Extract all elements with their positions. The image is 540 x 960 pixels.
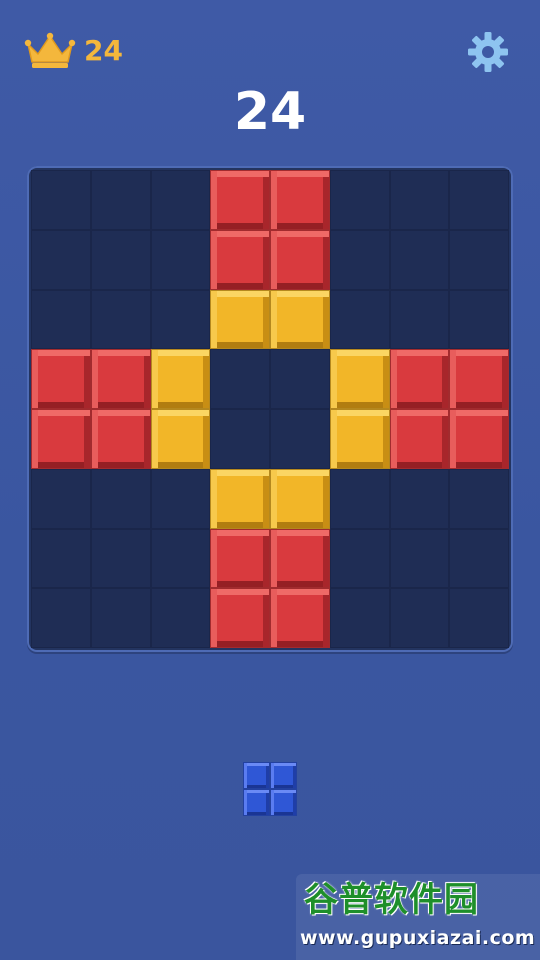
board-block-red[interactable] bbox=[31, 409, 91, 469]
board-block-red[interactable] bbox=[210, 229, 270, 290]
board-block-red[interactable] bbox=[270, 229, 330, 290]
board-cell-empty[interactable] bbox=[449, 229, 509, 290]
board-cell-empty[interactable] bbox=[389, 289, 450, 350]
top-bar: 24 bbox=[0, 0, 540, 80]
board-cell-empty[interactable] bbox=[270, 409, 330, 469]
board-cell-empty[interactable] bbox=[329, 229, 390, 290]
board-cell-empty[interactable] bbox=[329, 528, 390, 589]
board-cell-empty[interactable] bbox=[90, 229, 151, 290]
board-cell-empty[interactable] bbox=[449, 588, 509, 648]
piece-block-blue[interactable] bbox=[243, 762, 270, 789]
board-cell-empty[interactable] bbox=[31, 289, 91, 350]
game-board[interactable] bbox=[27, 166, 513, 652]
watermark-url: www.gupuxiazai.com bbox=[300, 927, 536, 949]
board-cell-empty[interactable] bbox=[210, 349, 270, 409]
board-cell-empty[interactable] bbox=[90, 170, 151, 230]
board-cell-empty[interactable] bbox=[449, 468, 509, 529]
board-block-red[interactable] bbox=[389, 349, 450, 409]
board-cell-empty[interactable] bbox=[329, 289, 390, 350]
board-cell-empty[interactable] bbox=[449, 289, 509, 350]
best-score: 24 bbox=[24, 32, 123, 70]
board-cell-empty[interactable] bbox=[90, 528, 151, 589]
board-cell-empty[interactable] bbox=[31, 588, 91, 648]
board-block-yellow[interactable] bbox=[329, 409, 390, 469]
board-cell-empty[interactable] bbox=[389, 229, 450, 290]
piece-tray bbox=[0, 700, 540, 880]
board-cell-empty[interactable] bbox=[449, 528, 509, 589]
board-block-red[interactable] bbox=[90, 349, 151, 409]
board-cell-empty[interactable] bbox=[90, 289, 151, 350]
board-block-yellow[interactable] bbox=[150, 409, 211, 469]
board-cell-empty[interactable] bbox=[329, 170, 390, 230]
watermark-title: 谷普软件园 bbox=[304, 880, 479, 920]
crown-icon bbox=[24, 32, 76, 70]
board-block-red[interactable] bbox=[270, 170, 330, 230]
watermark: 谷普软件园 www.gupuxiazai.com bbox=[296, 874, 540, 960]
board-block-yellow[interactable] bbox=[210, 289, 270, 350]
piece-block-blue[interactable] bbox=[243, 789, 270, 816]
board-block-red[interactable] bbox=[389, 409, 450, 469]
settings-button[interactable] bbox=[466, 30, 510, 74]
board-block-red[interactable] bbox=[270, 588, 330, 648]
board-cell-empty[interactable] bbox=[31, 170, 91, 230]
board-cell-empty[interactable] bbox=[31, 468, 91, 529]
board-block-red[interactable] bbox=[210, 588, 270, 648]
board-block-yellow[interactable] bbox=[329, 349, 390, 409]
board-cell-empty[interactable] bbox=[449, 170, 509, 230]
board-cell-empty[interactable] bbox=[90, 468, 151, 529]
board-cell-empty[interactable] bbox=[31, 229, 91, 290]
board-cell-empty[interactable] bbox=[389, 170, 450, 230]
board-block-red[interactable] bbox=[210, 528, 270, 589]
board-block-red[interactable] bbox=[449, 409, 509, 469]
board-block-yellow[interactable] bbox=[210, 468, 270, 529]
board-block-red[interactable] bbox=[449, 349, 509, 409]
board-cell-empty[interactable] bbox=[329, 468, 390, 529]
board-block-red[interactable] bbox=[270, 528, 330, 589]
board-cell-empty[interactable] bbox=[270, 349, 330, 409]
board-block-yellow[interactable] bbox=[270, 289, 330, 350]
board-cell-empty[interactable] bbox=[389, 588, 450, 648]
board-block-red[interactable] bbox=[90, 409, 151, 469]
board-cell-empty[interactable] bbox=[150, 468, 211, 529]
board-block-red[interactable] bbox=[31, 349, 91, 409]
board-cell-empty[interactable] bbox=[329, 588, 390, 648]
board-cell-empty[interactable] bbox=[90, 588, 151, 648]
board-cell-empty[interactable] bbox=[389, 528, 450, 589]
board-block-yellow[interactable] bbox=[270, 468, 330, 529]
board-block-red[interactable] bbox=[210, 170, 270, 230]
board-cell-empty[interactable] bbox=[31, 528, 91, 589]
board-cell-empty[interactable] bbox=[150, 170, 211, 230]
board-cell-empty[interactable] bbox=[150, 528, 211, 589]
piece-block-blue[interactable] bbox=[270, 789, 297, 816]
gear-icon bbox=[468, 32, 508, 72]
board-grid[interactable] bbox=[31, 170, 509, 648]
board-cell-empty[interactable] bbox=[389, 468, 450, 529]
board-cell-empty[interactable] bbox=[210, 409, 270, 469]
piece-block-blue[interactable] bbox=[270, 762, 297, 789]
best-score-value: 24 bbox=[84, 34, 123, 67]
board-cell-empty[interactable] bbox=[150, 588, 211, 648]
piece-square-2x2[interactable] bbox=[243, 762, 297, 816]
board-block-yellow[interactable] bbox=[150, 349, 211, 409]
board-cell-empty[interactable] bbox=[150, 289, 211, 350]
board-cell-empty[interactable] bbox=[150, 229, 211, 290]
current-score: 24 bbox=[233, 82, 307, 142]
